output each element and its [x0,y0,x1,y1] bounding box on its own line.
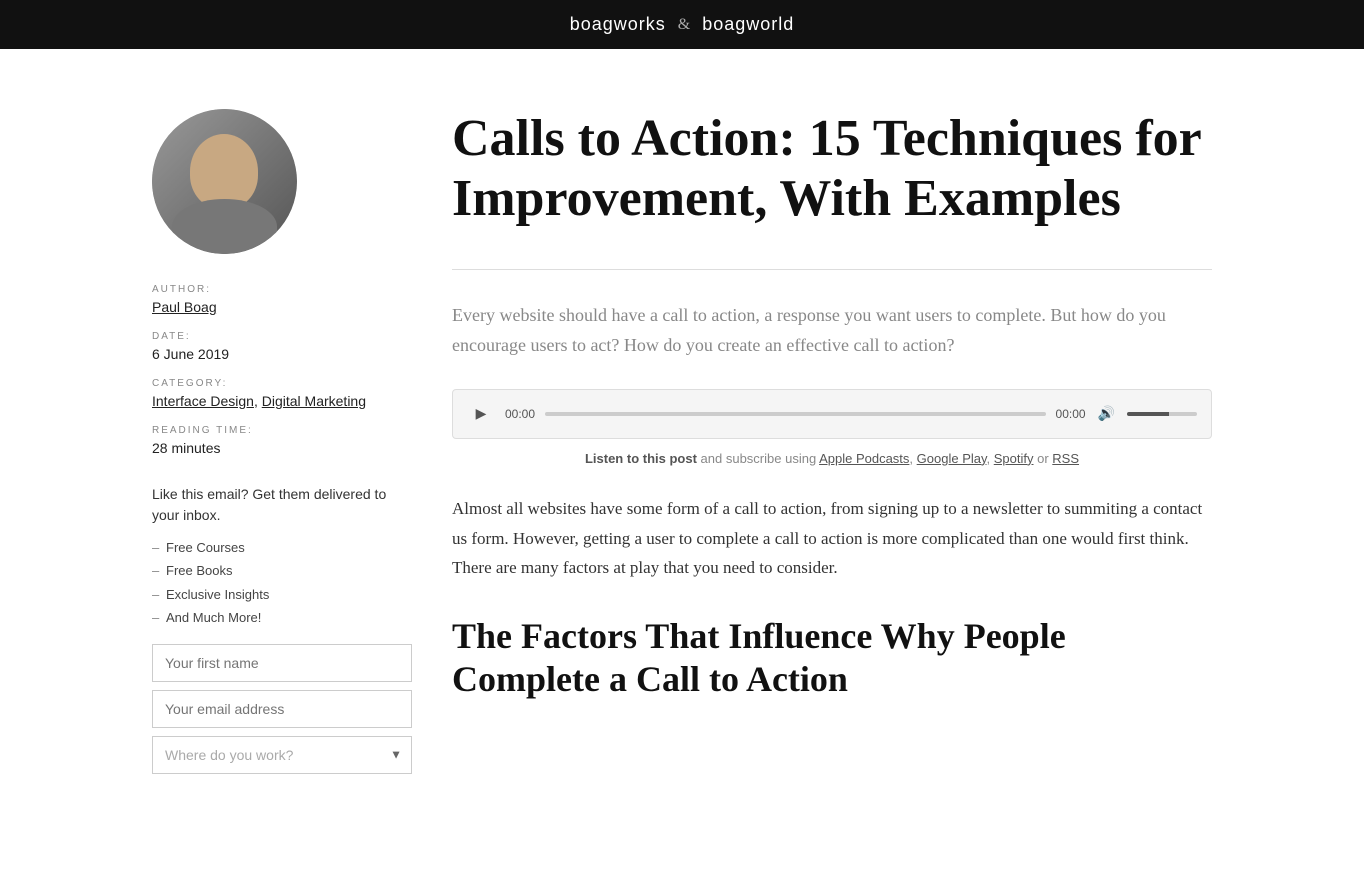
spotify-link[interactable]: Spotify [994,451,1034,466]
play-button[interactable]: ▶ [467,400,495,428]
workplace-select-wrapper: Where do you work? Agency In-house Freel… [152,736,412,774]
audio-caption: Listen to this post and subscribe using … [452,451,1212,466]
time-end: 00:00 [1056,407,1086,421]
email-signup-section: Like this email? Get them delivered to y… [152,484,412,774]
article-intro: Every website should have a call to acti… [452,300,1212,361]
author-link[interactable]: Paul Boag [152,299,217,315]
signup-intro-text: Like this email? Get them delivered to y… [152,484,412,526]
reading-time-label: READING TIME: [152,425,412,436]
apple-podcasts-link[interactable]: Apple Podcasts [819,451,909,466]
date-section: DATE: 6 June 2019 [152,331,412,362]
google-play-link[interactable]: Google Play [917,451,987,466]
rss-link[interactable]: RSS [1052,451,1079,466]
reading-time-value: 28 minutes [152,440,412,456]
sidebar: AUTHOR: Paul Boag DATE: 6 June 2019 CATE… [152,109,412,774]
divider [452,269,1212,270]
page-container: AUTHOR: Paul Boag DATE: 6 June 2019 CATE… [132,49,1232,834]
category-label: CATEGORY: [152,378,412,389]
brand-boagworks[interactable]: boagworks [570,14,666,35]
article-section-heading: The Factors That Influence Why People Co… [452,615,1212,701]
category-link-marketing[interactable]: Digital Marketing [262,393,366,409]
author-label: AUTHOR: [152,284,412,295]
signup-benefits-list: Free Courses Free Books Exclusive Insigh… [152,536,412,630]
volume-slider[interactable] [1127,412,1197,416]
or-text: or [1037,451,1052,466]
caption-rest: and subscribe using [701,451,820,466]
list-item: And Much More! [152,606,412,629]
main-content: Calls to Action: 15 Techniques for Impro… [452,109,1212,774]
category-section: CATEGORY: Interface Design, Digital Mark… [152,378,412,409]
list-item: Free Books [152,559,412,582]
email-input[interactable] [152,690,412,728]
listen-text: Listen to this post [585,451,697,466]
article-body-text: Almost all websites have some form of a … [452,494,1212,583]
author-section: AUTHOR: Paul Boag [152,284,412,315]
audio-player: ▶ 00:00 00:00 🔊 [452,389,1212,439]
avatar-image [152,109,297,254]
mute-button[interactable]: 🔊 [1096,405,1117,422]
list-item: Exclusive Insights [152,583,412,606]
brand-boagworld[interactable]: boagworld [702,14,794,35]
category-link-interface[interactable]: Interface Design [152,393,254,409]
list-item: Free Courses [152,536,412,559]
nav-ampersand: & [678,16,690,34]
top-navigation: boagworks & boagworld [0,0,1364,49]
progress-bar[interactable] [545,412,1046,416]
workplace-select[interactable]: Where do you work? Agency In-house Freel… [152,736,412,774]
time-start: 00:00 [505,407,535,421]
avatar [152,109,297,254]
category-value: Interface Design, Digital Marketing [152,393,412,409]
date-value: 6 June 2019 [152,346,412,362]
date-label: DATE: [152,331,412,342]
article-title: Calls to Action: 15 Techniques for Impro… [452,109,1212,229]
first-name-input[interactable] [152,644,412,682]
author-value: Paul Boag [152,299,412,315]
reading-time-section: READING TIME: 28 minutes [152,425,412,456]
